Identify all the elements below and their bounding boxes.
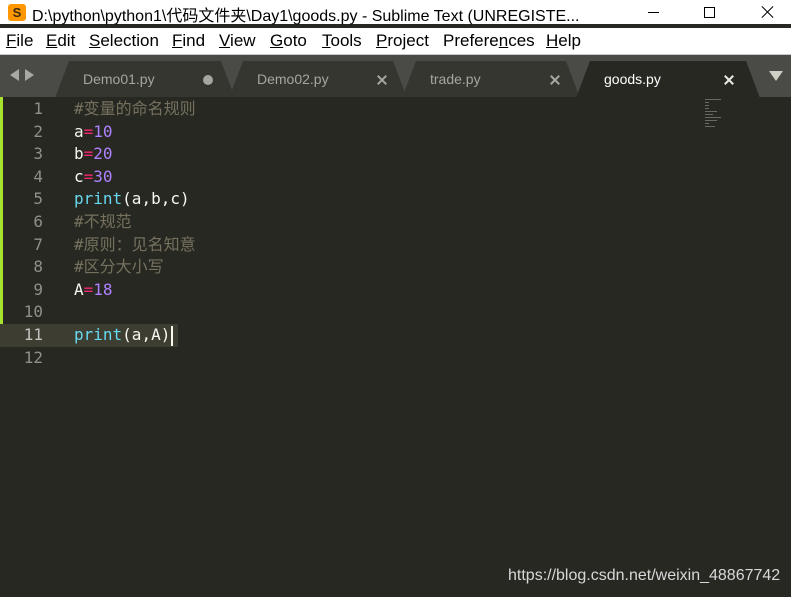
tab-label: goods.py	[604, 71, 661, 87]
menu-project[interactable]: Project	[376, 31, 429, 51]
tab-goods-py[interactable]: goods.py	[576, 61, 760, 98]
code-token-comment: #区分大小写	[74, 257, 164, 277]
code-token-comment: #变量的命名规则	[74, 99, 196, 118]
minimap[interactable]	[705, 99, 725, 127]
menu-preferences[interactable]: Preferences	[443, 31, 535, 51]
code-line[interactable]: c=30	[74, 166, 113, 189]
code-line[interactable]: #原则：见名知意	[74, 234, 196, 257]
menu-tools[interactable]: Tools	[322, 31, 362, 51]
code-token-plain: a	[74, 121, 84, 141]
minimap-line	[705, 114, 713, 115]
minimap-line	[705, 120, 717, 121]
menu-file[interactable]: File	[6, 31, 33, 51]
previous-tab-icon[interactable]	[10, 69, 19, 81]
menu-view[interactable]: View	[219, 31, 256, 51]
menu-help[interactable]: Help	[546, 31, 581, 51]
tab-demo01-py[interactable]: Demo01.py	[55, 61, 235, 98]
tab-list-dropdown-icon[interactable]	[769, 71, 783, 81]
tab-label: Demo01.py	[83, 71, 155, 87]
minimap-line	[705, 99, 721, 100]
menu-bar: File Edit Selection Find View Goto Tools Projec…	[0, 28, 791, 54]
code-line[interactable]: print(a,b,c)	[74, 188, 190, 211]
close-button[interactable]	[745, 0, 791, 24]
line-number: 2	[33, 121, 43, 141]
tab-bar: Demo01.py Demo02.py trade.py goods.py	[0, 54, 791, 97]
menu-selection[interactable]: Selection	[89, 31, 159, 51]
close-icon	[761, 5, 775, 19]
line-number: 12	[23, 347, 43, 367]
code-token-plain: b	[74, 144, 84, 164]
code-token-op: =	[83, 121, 94, 141]
minimize-icon	[647, 11, 659, 13]
minimap-line	[705, 126, 715, 127]
code-token-fn: print	[74, 325, 123, 344]
tab-navigation[interactable]	[10, 67, 44, 83]
minimap-line	[705, 105, 709, 106]
unsaved-dot-icon[interactable]	[203, 75, 213, 85]
code-line[interactable]: A=18	[74, 279, 113, 302]
line-number: 8	[33, 257, 43, 277]
close-tab-icon[interactable]	[724, 75, 734, 85]
line-number: 6	[33, 212, 43, 231]
code-line[interactable]: #不规范	[74, 211, 132, 234]
code-token-plain: (a,A)	[122, 325, 171, 344]
tab-label: trade.py	[430, 71, 481, 87]
line-number: 9	[33, 279, 43, 299]
code-token-num: 18	[93, 279, 113, 299]
maximize-icon	[703, 6, 715, 18]
menu-edit[interactable]: Edit	[46, 31, 75, 51]
code-token-op: =	[83, 279, 94, 299]
tab-demo02-py[interactable]: Demo02.py	[229, 61, 407, 98]
code-token-op: =	[83, 166, 94, 186]
title-bar: S D:\python\python1\代码文件夹\Day1\goods.py …	[0, 0, 791, 25]
window-title: D:\python\python1\代码文件夹\Day1\goods.py - …	[32, 8, 580, 25]
code-token-plain: (a,b,c)	[122, 189, 190, 209]
line-number: 4	[33, 166, 43, 186]
code-editor[interactable]: 1 #变量的命名规则 2 a=10 3 b=20 4 c=30 5 print(a,b,c) 6 #不…	[0, 97, 791, 597]
minimap-line	[705, 111, 717, 112]
minimap-line	[705, 117, 721, 118]
tab-label: Demo02.py	[257, 71, 329, 87]
watermark-url: https://blog.csdn.net/weixin_48867742	[508, 567, 781, 584]
code-line[interactable]: #区分大小写	[74, 256, 164, 279]
line-number: 10	[23, 302, 43, 322]
line-number: 5	[33, 189, 43, 209]
maximize-button[interactable]	[686, 0, 732, 24]
sublime-text-icon: S	[8, 4, 26, 21]
line-number: 11	[23, 325, 43, 344]
menu-goto[interactable]: Goto	[270, 31, 307, 51]
minimap-line	[705, 123, 709, 124]
minimize-button[interactable]	[630, 0, 676, 24]
text-caret	[171, 325, 174, 346]
minimap-line	[705, 108, 709, 109]
line-number: 7	[33, 234, 43, 254]
code-token-num: 30	[93, 166, 113, 186]
code-line[interactable]: a=10	[74, 121, 113, 144]
code-line[interactable]: print(a,A)	[74, 324, 174, 347]
code-token-plain: A	[74, 279, 84, 299]
close-tab-icon[interactable]	[377, 75, 387, 85]
code-line[interactable]: b=20	[74, 143, 113, 166]
next-tab-icon[interactable]	[25, 69, 34, 81]
code-token-plain: c	[74, 166, 84, 186]
menu-find[interactable]: Find	[172, 31, 205, 51]
code-token-comment: #原则：见名知意	[74, 234, 196, 254]
line-number: 1	[33, 99, 43, 118]
code-token-num: 20	[93, 144, 113, 164]
tab-trade-py[interactable]: trade.py	[402, 61, 580, 98]
code-token-comment: #不规范	[74, 212, 132, 231]
line-number: 3	[33, 144, 43, 164]
code-token-fn: print	[74, 189, 123, 209]
code-token-op: =	[83, 144, 94, 164]
code-token-num: 10	[93, 121, 113, 141]
minimap-line	[705, 102, 709, 103]
close-tab-icon[interactable]	[550, 75, 560, 85]
code-line[interactable]: #变量的命名规则	[74, 98, 196, 121]
